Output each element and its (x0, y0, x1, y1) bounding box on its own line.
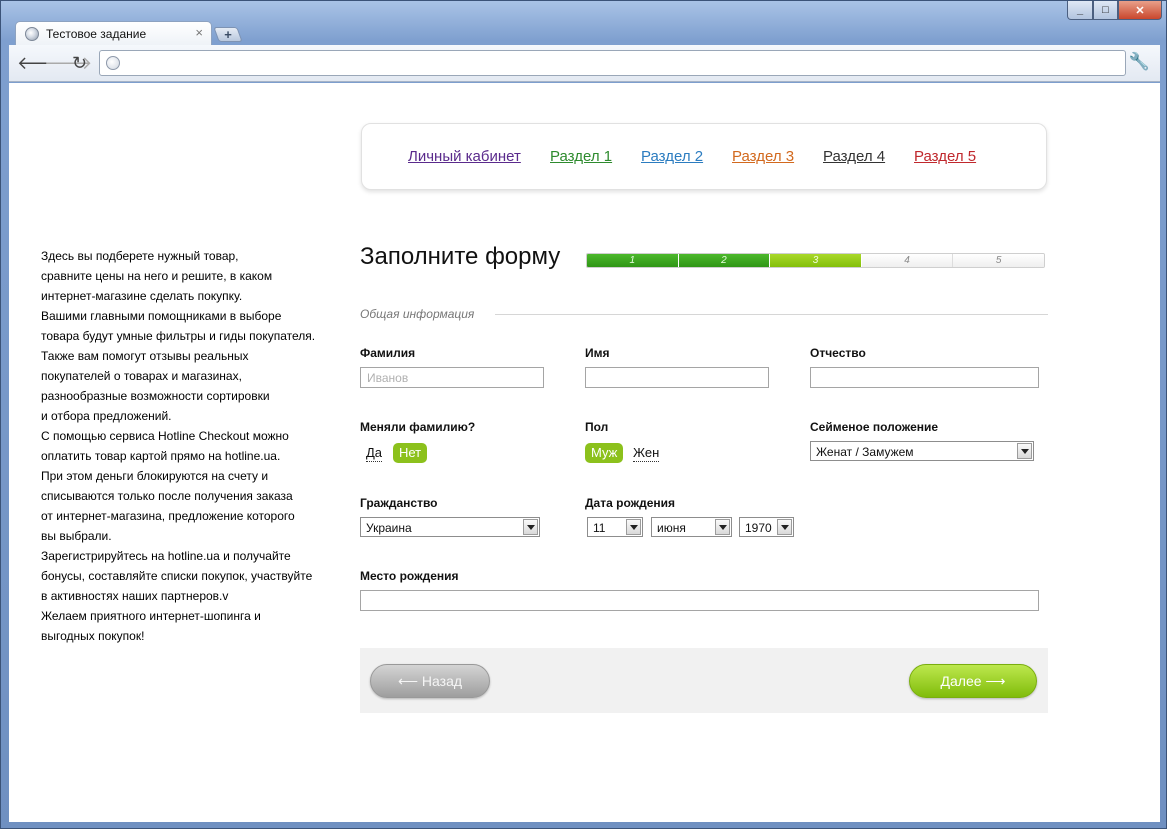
progress-step-5: 5 (953, 254, 1044, 267)
wrench-icon[interactable]: 🔧 (1129, 52, 1150, 72)
changed-surname-label: Меняли фамилию? (360, 420, 476, 434)
form-title: Заполните форму (360, 243, 561, 270)
title-bar: Тестовое задание × + _ □ ✕ (1, 1, 1167, 46)
birth-year-value: 1970 (745, 521, 772, 535)
address-bar[interactable] (99, 50, 1126, 76)
chevron-down-icon (715, 519, 730, 535)
progress-step-4: 4 (861, 254, 954, 267)
nav-link-section-1[interactable]: Раздел 1 (550, 148, 612, 165)
progress-step-1: 1 (587, 254, 679, 267)
name-label: Имя (585, 346, 610, 360)
browser-window: Тестовое задание × + _ □ ✕ 🡐 🡒 ↻ 🔧 Личны… (0, 0, 1167, 829)
marital-label: Сейменое положение (810, 420, 939, 434)
tab-title: Тестовое задание (46, 27, 147, 41)
progress-step-2: 2 (678, 254, 771, 267)
sidebar-line: Также вам помогут отзывы реальных (41, 349, 249, 363)
citizenship-value: Украина (366, 521, 412, 535)
changed-surname-yes[interactable]: Да (366, 444, 383, 462)
nav-link-cabinet[interactable]: Личный кабинет (408, 148, 521, 165)
birth-month-select[interactable]: июня (651, 517, 732, 537)
surname-label: Фамилия (360, 346, 416, 360)
sidebar-line: При этом деньги блокируются на счету и (41, 469, 269, 483)
sidebar-line: С помощью сервиса Hotline Checkout можно (41, 429, 289, 443)
progress-bar: 1 2 3 4 5 (586, 253, 1045, 268)
chevron-down-icon (523, 519, 538, 535)
name-input[interactable] (585, 367, 769, 388)
sidebar-line: Здесь вы подберете нужный товар, (41, 249, 239, 263)
sidebar-line: покупателей о товарах и магазинах, (41, 369, 242, 383)
changed-surname-no[interactable]: Нет (393, 443, 428, 463)
gender-male[interactable]: Муж (585, 443, 624, 463)
sidebar-line: товара будут умные фильтры и гиды покупа… (41, 329, 316, 343)
next-button[interactable]: Далее ⟶ (909, 664, 1037, 698)
nav-link-section-3[interactable]: Раздел 3 (732, 148, 794, 165)
birthplace-input[interactable] (360, 590, 1039, 611)
progress-step-3: 3 (770, 254, 862, 267)
sidebar-line: Зарегистрируйтесь на hotline.ua и получа… (41, 549, 291, 563)
form-footer: ⟵ Назад Далее ⟶ (360, 648, 1048, 713)
window-controls: _ □ ✕ (1067, 1, 1162, 20)
page-globe-icon (106, 56, 120, 70)
sidebar-line: оплатить товар картой прямо на hotline.u… (41, 449, 281, 463)
sidebar-line: Желаем приятного интернет-шопинга и (41, 609, 261, 623)
nav-link-section-5[interactable]: Раздел 5 (914, 148, 976, 165)
birth-day-value: 11 (593, 521, 606, 535)
new-tab-button[interactable]: + (213, 27, 243, 42)
birth-year-select[interactable]: 1970 (739, 517, 794, 537)
nav-link-section-2[interactable]: Раздел 2 (641, 148, 703, 165)
birth-day-select[interactable]: 11 (587, 517, 643, 537)
sidebar-line: бонусы, составляйте списки покупок, учас… (41, 569, 313, 583)
browser-toolbar: 🡐 🡒 ↻ 🔧 (9, 45, 1160, 82)
marital-select[interactable]: Женат / Замужем (810, 441, 1034, 461)
nav-link-section-4[interactable]: Раздел 4 (823, 148, 885, 165)
sidebar-line: разнообразные возможности сортировки (41, 389, 270, 403)
section-divider (495, 314, 1048, 315)
gender-label: Пол (585, 420, 609, 434)
sidebar-line: и отбора предложений. (41, 409, 172, 423)
section-label: Общая информация (360, 307, 475, 321)
gender-female[interactable]: Жен (633, 444, 660, 462)
sidebar-line: интернет-магазине сделать покупку. (41, 289, 243, 303)
chevron-down-icon (1017, 443, 1032, 459)
reload-icon[interactable]: ↻ (72, 53, 87, 73)
tab-active[interactable]: Тестовое задание × (15, 21, 212, 46)
marital-value: Женат / Замужем (816, 445, 914, 459)
plus-icon: + (224, 27, 232, 42)
chevron-down-icon (777, 519, 792, 535)
page-viewport: Личный кабинет Раздел 1 Раздел 2 Раздел … (9, 83, 1160, 822)
sidebar-description: Здесь вы подберете нужный товар, сравнит… (41, 246, 331, 646)
sidebar-line: выгодных покупок! (41, 629, 145, 643)
surname-input[interactable] (360, 367, 544, 388)
birthplace-label: Место рождения (360, 569, 459, 583)
chevron-down-icon (626, 519, 641, 535)
citizenship-label: Гражданство (360, 496, 438, 510)
patronymic-input[interactable] (810, 367, 1039, 388)
top-navigation: Личный кабинет Раздел 1 Раздел 2 Раздел … (361, 123, 1047, 190)
minimize-button[interactable]: _ (1067, 1, 1093, 20)
back-button[interactable]: ⟵ Назад (370, 664, 490, 698)
patronymic-label: Отчество (810, 346, 866, 360)
citizenship-select[interactable]: Украина (360, 517, 540, 537)
sidebar-line: вы выбрали. (41, 529, 112, 543)
sidebar-line: списываются только после получения заказ… (41, 489, 293, 503)
sidebar-line: Вашими главными помощниками в выборе (41, 309, 282, 323)
sidebar-line: сравните цены на него и решите, в каком (41, 269, 273, 283)
sidebar-line: от интернет-магазина, предложение которо… (41, 509, 295, 523)
close-tab-icon[interactable]: × (195, 25, 203, 40)
sidebar-line: в активностях наших партнеров.v (41, 589, 229, 603)
birthdate-label: Дата рождения (585, 496, 676, 510)
maximize-button[interactable]: □ (1093, 1, 1118, 20)
birth-month-value: июня (657, 521, 686, 535)
globe-icon (25, 27, 39, 41)
close-window-button[interactable]: ✕ (1118, 1, 1162, 20)
